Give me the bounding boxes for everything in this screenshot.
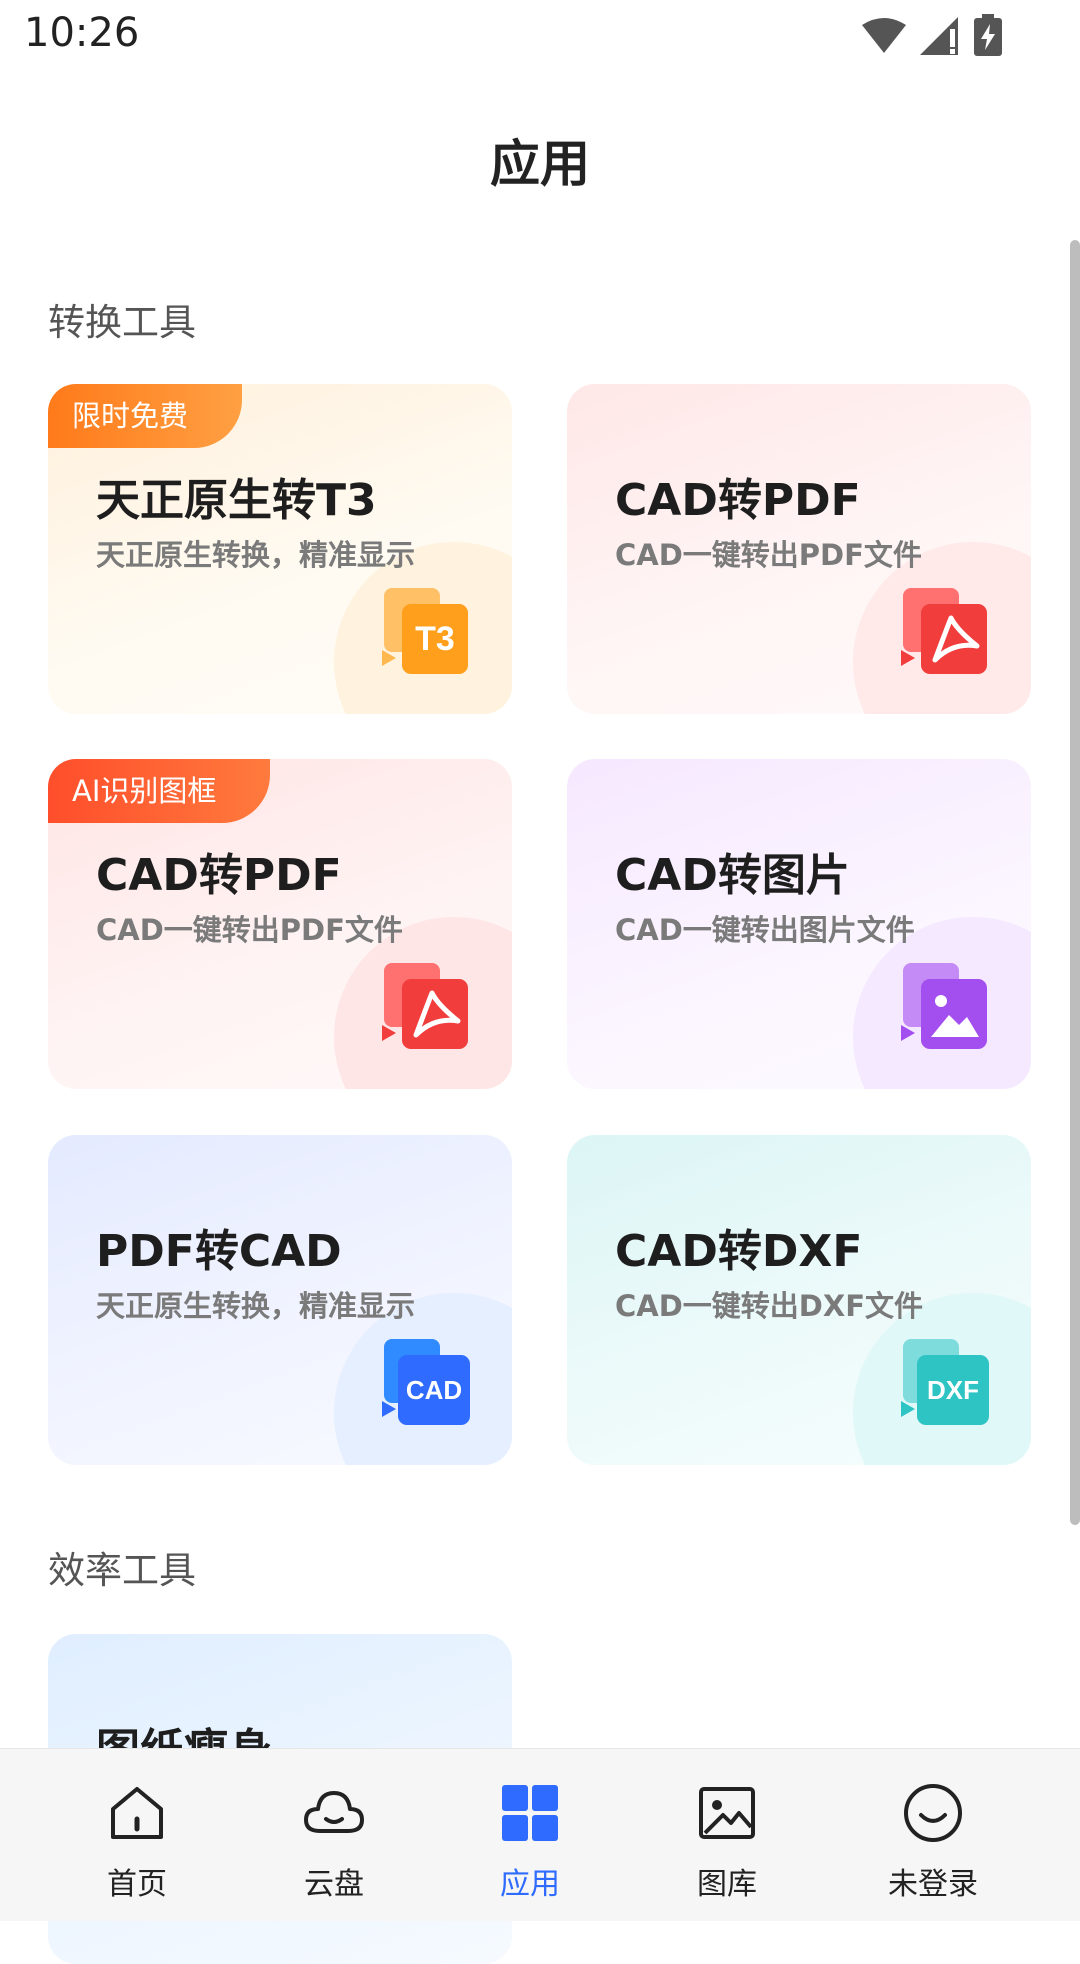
icon-text: CAD: [406, 1375, 462, 1405]
home-icon: [111, 1787, 163, 1839]
status-icons: [862, 14, 1002, 56]
card-subtitle: CAD一键转出PDF文件: [96, 913, 403, 947]
card-title: 天正原生转T3: [96, 475, 377, 526]
scrollbar[interactable]: [1070, 240, 1080, 1525]
icon-text: T3: [415, 620, 455, 658]
nav-label: 云盘: [304, 1867, 364, 1902]
image-file-icon: [901, 963, 987, 1049]
nav-label: 未登录: [888, 1867, 978, 1902]
card-tianzheng-to-t3[interactable]: 限时免费 天正原生转T3 天正原生转换，精准显示 T3: [48, 384, 512, 714]
user-face-icon: [904, 1784, 962, 1842]
nav-item-apps[interactable]: 应用: [450, 1749, 610, 1921]
battery-charging-icon: [974, 14, 1002, 56]
status-time: 10:26: [24, 10, 140, 56]
card-cad-to-image[interactable]: CAD转图片 CAD一键转出图片文件: [567, 759, 1031, 1089]
card-title: CAD转PDF: [615, 475, 861, 526]
section-title-conversion-tools: 转换工具: [48, 301, 196, 344]
dxf-file-icon: DXF: [901, 1339, 989, 1425]
nav-item-gallery[interactable]: 图库: [647, 1749, 807, 1921]
card-subtitle: 天正原生转换，精准显示: [96, 1289, 416, 1323]
card-cad-to-pdf-ai[interactable]: AI识别图框 CAD转PDF CAD一键转出PDF文件: [48, 759, 512, 1089]
card-cad-to-pdf[interactable]: CAD转PDF CAD一键转出PDF文件: [567, 384, 1031, 714]
t3-file-icon: T3: [382, 588, 468, 674]
card-pdf-to-cad[interactable]: PDF转CAD 天正原生转换，精准显示 CAD: [48, 1135, 512, 1465]
signal-icon: [920, 17, 958, 55]
gallery-icon: [699, 1787, 755, 1839]
card-subtitle: CAD一键转出图片文件: [615, 913, 915, 947]
page-title: 应用: [490, 135, 590, 193]
card-title: CAD转DXF: [615, 1226, 863, 1277]
pdf-file-icon: [901, 588, 987, 674]
card-title: CAD转图片: [615, 850, 850, 901]
apps-grid-icon: [502, 1785, 558, 1841]
nav-item-profile[interactable]: 未登录: [853, 1749, 1013, 1921]
cad-file-icon: CAD: [382, 1339, 470, 1425]
nav-label: 应用: [500, 1867, 560, 1902]
card-subtitle: 天正原生转换，精准显示: [96, 538, 416, 572]
nav-item-home[interactable]: 首页: [57, 1749, 217, 1921]
card-subtitle: CAD一键转出DXF文件: [615, 1289, 924, 1323]
card-title: PDF转CAD: [96, 1226, 342, 1277]
card-title: CAD转PDF: [96, 850, 342, 901]
cloud-icon: [304, 1791, 364, 1833]
nav-label: 图库: [697, 1867, 757, 1902]
nav-label: 首页: [107, 1867, 167, 1902]
card-subtitle: CAD一键转出PDF文件: [615, 538, 922, 572]
status-bar: 10:26: [0, 0, 1080, 72]
bottom-nav: 首页 云盘 应用 图库 未登录: [0, 1748, 1080, 1921]
badge-limited-free: 限时免费: [48, 384, 243, 448]
nav-item-cloud[interactable]: 云盘: [254, 1749, 414, 1921]
pdf-file-icon: [382, 963, 468, 1049]
section-title-efficiency-tools: 效率工具: [48, 1549, 196, 1592]
card-cad-to-dxf[interactable]: CAD转DXF CAD一键转出DXF文件 DXF: [567, 1135, 1031, 1465]
icon-text: DXF: [927, 1375, 979, 1405]
badge-ai-frame-recognition: AI识别图框: [48, 759, 271, 823]
wifi-icon: [862, 18, 906, 53]
